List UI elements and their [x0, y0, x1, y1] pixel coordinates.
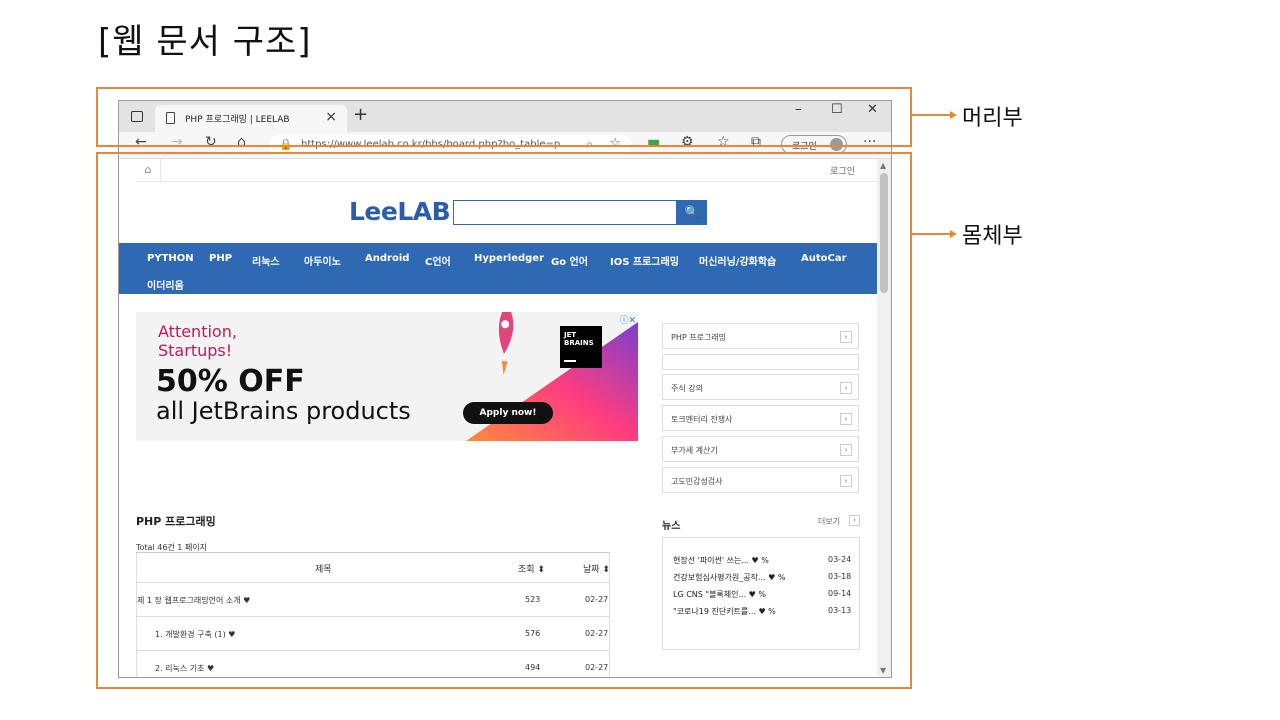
header-callout-line	[912, 114, 952, 116]
header-region-frame	[96, 87, 912, 147]
body-region-frame	[96, 152, 912, 689]
body-callout-line	[912, 233, 952, 235]
body-callout-label: 몸체부	[962, 224, 1023, 249]
arrow-right-icon	[950, 230, 957, 238]
slide-title: [웹 문서 구조]	[98, 22, 312, 62]
arrow-right-icon	[950, 111, 957, 119]
header-callout-label: 머리부	[962, 106, 1023, 131]
